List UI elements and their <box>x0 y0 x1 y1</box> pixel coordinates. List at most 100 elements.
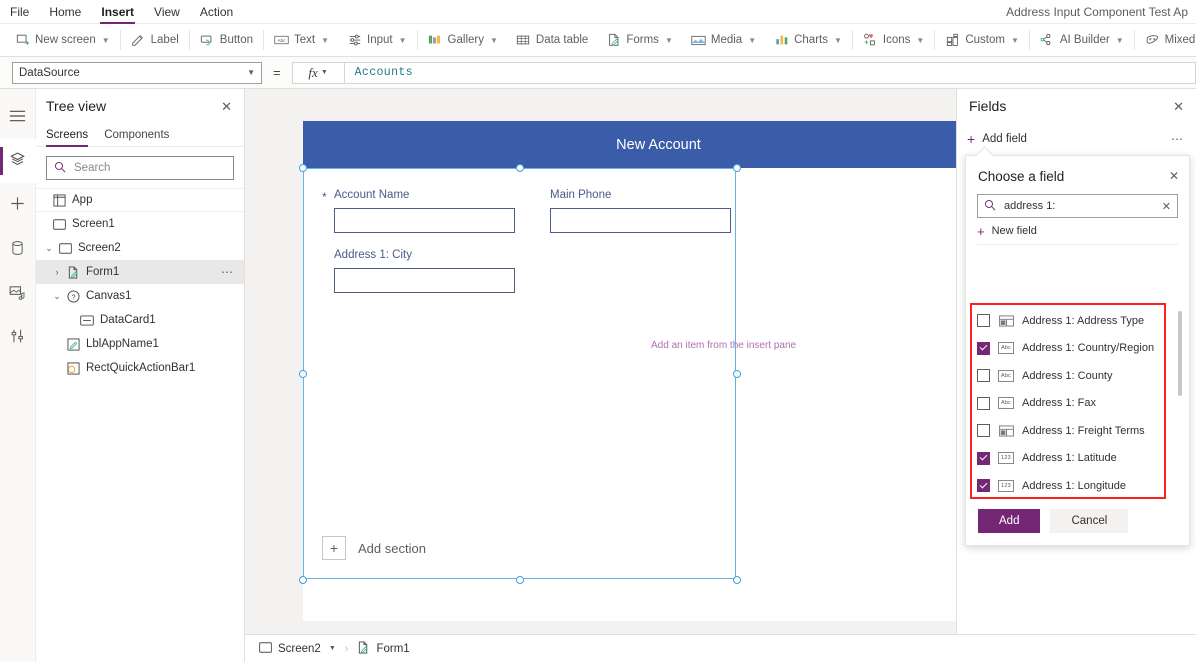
tab-components[interactable]: Components <box>104 123 169 146</box>
field-row-county[interactable]: Abc Address 1: County <box>977 362 1164 390</box>
resize-handle-e[interactable] <box>733 370 741 378</box>
add-button[interactable]: Add <box>978 509 1041 533</box>
data-button[interactable] <box>0 227 36 271</box>
formula-input[interactable]: Accounts <box>343 61 1196 84</box>
resize-handle-s[interactable] <box>516 576 524 584</box>
hamburger-menu-icon <box>9 109 26 126</box>
resize-handle-se[interactable] <box>733 576 741 584</box>
close-icon[interactable]: ✕ <box>1169 170 1179 182</box>
field-address1-city[interactable]: Address 1: City <box>334 249 515 293</box>
tree-view-button[interactable] <box>0 139 36 183</box>
chevron-down-icon[interactable]: ⌄ <box>50 291 64 302</box>
resize-handle-nw[interactable] <box>299 164 307 172</box>
field-checkbox[interactable] <box>977 314 990 328</box>
field-input[interactable] <box>334 208 515 233</box>
add-section-button[interactable]: + Add section <box>322 536 426 560</box>
media-button[interactable] <box>0 271 36 315</box>
insert-button[interactable] <box>0 183 36 227</box>
field-search-input[interactable] <box>1002 199 1156 213</box>
advanced-settings-button[interactable] <box>0 315 36 359</box>
field-row-longitude[interactable]: 123 Address 1: Longitude <box>977 472 1164 494</box>
ribbon-text[interactable]: Abc Text ▼ <box>265 26 338 54</box>
field-row-freight-terms[interactable]: Address 1: Freight Terms <box>977 417 1164 445</box>
field-row-country-region[interactable]: Abc Address 1: Country/Region <box>977 335 1164 363</box>
property-selector[interactable]: DataSource ▼ <box>12 61 262 84</box>
field-row-fax[interactable]: Abc Address 1: Fax <box>977 390 1164 418</box>
resize-handle-n[interactable] <box>516 164 524 172</box>
menu-item-file[interactable]: File <box>0 0 39 24</box>
ribbon-media[interactable]: Media ▼ <box>682 26 765 54</box>
field-input[interactable] <box>334 268 515 293</box>
menu-item-home[interactable]: Home <box>39 0 91 24</box>
ribbon-icons[interactable]: Icons ▼ <box>854 26 933 54</box>
resize-handle-sw[interactable] <box>299 576 307 584</box>
menu-item-insert[interactable]: Insert <box>91 0 144 24</box>
resize-handle-w[interactable] <box>299 370 307 378</box>
tree-item-rectquickactionbar1[interactable]: RectQuickActionBar1 <box>36 356 244 380</box>
chevron-down-icon[interactable]: ⌄ <box>42 243 56 254</box>
scrollbar-thumb[interactable] <box>1178 311 1182 396</box>
field-name: Address 1: Longitude <box>1022 479 1126 492</box>
cancel-button[interactable]: Cancel <box>1050 509 1129 533</box>
tree-item-datacard1[interactable]: DataCard1 <box>36 308 244 332</box>
status-screen-selector[interactable]: Screen2 ▼ <box>259 641 336 656</box>
fx-button[interactable]: fx ▼ <box>291 61 344 84</box>
tree-item-form1[interactable]: › Form1 ⋯ <box>36 260 244 284</box>
chevron-down-icon[interactable]: ▼ <box>329 645 336 652</box>
ribbon-mixed-reality[interactable]: Mixed Reality ▼ <box>1136 26 1196 54</box>
app-screen[interactable]: New Account * Account Name Main Phone Ad… <box>299 121 956 621</box>
tree-item-screen1[interactable]: Screen1 <box>36 212 244 236</box>
resize-handle-ne[interactable] <box>733 164 741 172</box>
tree-item-app[interactable]: App <box>36 188 244 212</box>
close-icon[interactable]: ✕ <box>1173 100 1184 113</box>
field-main-phone[interactable]: Main Phone <box>550 189 731 233</box>
tree-search-box[interactable] <box>46 156 234 180</box>
more-options-icon[interactable]: ⋯ <box>221 266 234 278</box>
field-input[interactable] <box>550 208 731 233</box>
search-input[interactable] <box>72 161 226 175</box>
callout-title: Choose a field <box>978 168 1065 184</box>
more-options-icon[interactable]: ⋯ <box>1171 133 1184 145</box>
field-checkbox[interactable] <box>977 424 990 438</box>
ribbon-button-control[interactable]: Button <box>191 26 262 54</box>
field-checkbox[interactable] <box>977 396 990 410</box>
menu-item-view[interactable]: View <box>144 0 190 24</box>
field-search-box[interactable]: ✕ <box>977 194 1178 218</box>
field-row-address-type[interactable]: Address 1: Address Type <box>977 307 1164 335</box>
new-field-button[interactable]: + New field <box>977 218 1178 245</box>
ribbon-label-control[interactable]: Label <box>122 26 188 54</box>
property-selector-value: DataSource <box>19 66 80 79</box>
field-checkbox-list[interactable]: Address 1: Address Type Abc Address 1: C… <box>968 307 1164 494</box>
field-checkbox[interactable] <box>977 479 990 493</box>
ribbon-charts[interactable]: Charts ▼ <box>765 26 851 54</box>
form-control-selected[interactable]: * Account Name Main Phone Address 1: Cit… <box>299 164 741 584</box>
ribbon-ai-builder[interactable]: AI Builder ▼ <box>1031 26 1133 54</box>
quick-action-bar[interactable]: New Account <box>303 121 956 168</box>
tree-item-lblappname1[interactable]: LblAppName1 <box>36 332 244 356</box>
hamburger-menu-button[interactable] <box>0 95 36 139</box>
clear-search-icon[interactable]: ✕ <box>1162 200 1171 213</box>
status-control-selector[interactable]: Form1 <box>357 640 410 657</box>
insert-plus-icon <box>9 195 26 215</box>
ribbon-input[interactable]: Input ▼ <box>338 26 416 54</box>
ribbon-data-table[interactable]: Data table <box>507 26 597 54</box>
field-checkbox[interactable] <box>977 451 990 465</box>
status-control-label: Form1 <box>376 642 410 655</box>
ribbon-new-screen[interactable]: New screen ▼ <box>6 26 119 54</box>
field-account-name[interactable]: * Account Name <box>322 189 515 233</box>
field-checkbox[interactable] <box>977 341 990 355</box>
field-checkbox[interactable] <box>977 369 990 383</box>
field-row-latitude[interactable]: 123 Address 1: Latitude <box>977 445 1164 473</box>
tree-item-canvas1[interactable]: ⌄ ? Canvas1 <box>36 284 244 308</box>
ribbon-custom[interactable]: Custom ▼ <box>936 26 1028 54</box>
add-field-button[interactable]: + Add field ⋯ <box>957 126 1196 152</box>
tab-screens[interactable]: Screens <box>46 123 89 147</box>
chevron-right-icon[interactable]: › <box>50 267 64 277</box>
tree-item-screen2[interactable]: ⌄ Screen2 <box>36 236 244 260</box>
menu-item-action[interactable]: Action <box>190 0 243 24</box>
ribbon-gallery[interactable]: Gallery ▼ <box>419 26 507 54</box>
callout-header: Choose a field ✕ <box>966 156 1189 186</box>
field-list-scrollbar[interactable] <box>1178 311 1182 489</box>
ribbon-forms[interactable]: Forms ▼ <box>597 26 682 54</box>
close-icon[interactable]: ✕ <box>221 100 232 113</box>
